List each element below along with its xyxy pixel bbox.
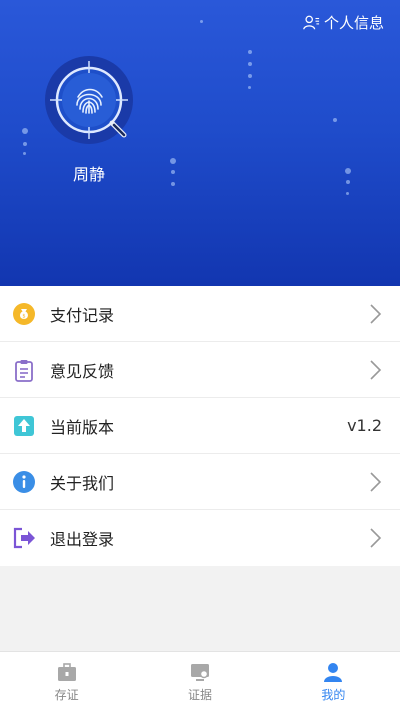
decorative-dot [248, 86, 251, 89]
tab-evidence[interactable]: 证据 [133, 652, 266, 711]
money-bag-icon: $ [13, 302, 35, 325]
settings-menu: $ 支付记录 意见反馈 当前版本 v1.2 关于我们 退出登录 [0, 286, 400, 566]
logout-icon [13, 527, 35, 549]
decorative-dot [248, 50, 252, 54]
decorative-dot [248, 62, 252, 66]
decorative-dot [22, 128, 28, 134]
menu-label: 当前版本 [50, 417, 115, 437]
avatar[interactable] [44, 55, 134, 145]
chevron-right-icon [370, 303, 382, 324]
menu-label: 退出登录 [50, 530, 115, 549]
tab-mine[interactable]: 我的 [267, 652, 400, 711]
decorative-dot [171, 182, 175, 186]
menu-label: 意见反馈 [50, 361, 115, 381]
fingerprint-magnifier-icon [45, 56, 133, 144]
personal-info-label: 个人信息 [323, 14, 384, 32]
bottom-tab-bar: 存证 证据 我的 [0, 651, 400, 711]
menu-label: 关于我们 [50, 473, 115, 493]
tab-label: 存证 [54, 687, 79, 702]
clipboard-icon [15, 359, 33, 382]
menu-item-payment-records[interactable]: $ 支付记录 [0, 286, 400, 342]
info-icon [13, 470, 35, 493]
username: 周静 [72, 165, 105, 184]
tab-deposit[interactable]: 存证 [0, 652, 133, 711]
decorative-dot [170, 158, 176, 164]
decorative-dot [346, 180, 350, 184]
tab-label: 我的 [321, 687, 346, 702]
decorative-dot [171, 170, 175, 174]
decorative-dot [333, 118, 337, 122]
profile-header: 个人信息 周静 [0, 0, 400, 286]
person-settings-icon [303, 15, 320, 29]
decorative-dot [200, 20, 203, 23]
menu-item-logout[interactable]: 退出登录 [0, 510, 400, 566]
person-icon [324, 662, 343, 682]
monitor-icon [190, 663, 209, 681]
decorative-dot [23, 152, 26, 155]
decorative-dot [248, 74, 252, 78]
chevron-right-icon [370, 359, 382, 380]
personal-info-link[interactable]: 个人信息 [302, 12, 384, 33]
decorative-dot [346, 192, 349, 195]
chevron-right-icon [370, 471, 382, 492]
chevron-right-icon [370, 528, 382, 548]
menu-item-current-version: 当前版本 v1.2 [0, 398, 400, 454]
briefcase-icon [57, 662, 76, 681]
decorative-dot [345, 168, 351, 174]
upload-icon [14, 415, 34, 436]
svg-text:$: $ [22, 313, 25, 319]
menu-item-about-us[interactable]: 关于我们 [0, 454, 400, 510]
menu-label: 支付记录 [50, 305, 115, 325]
decorative-dot [23, 142, 27, 146]
version-value: v1.2 [347, 416, 382, 435]
menu-item-feedback[interactable]: 意见反馈 [0, 342, 400, 398]
tab-label: 证据 [187, 687, 212, 702]
